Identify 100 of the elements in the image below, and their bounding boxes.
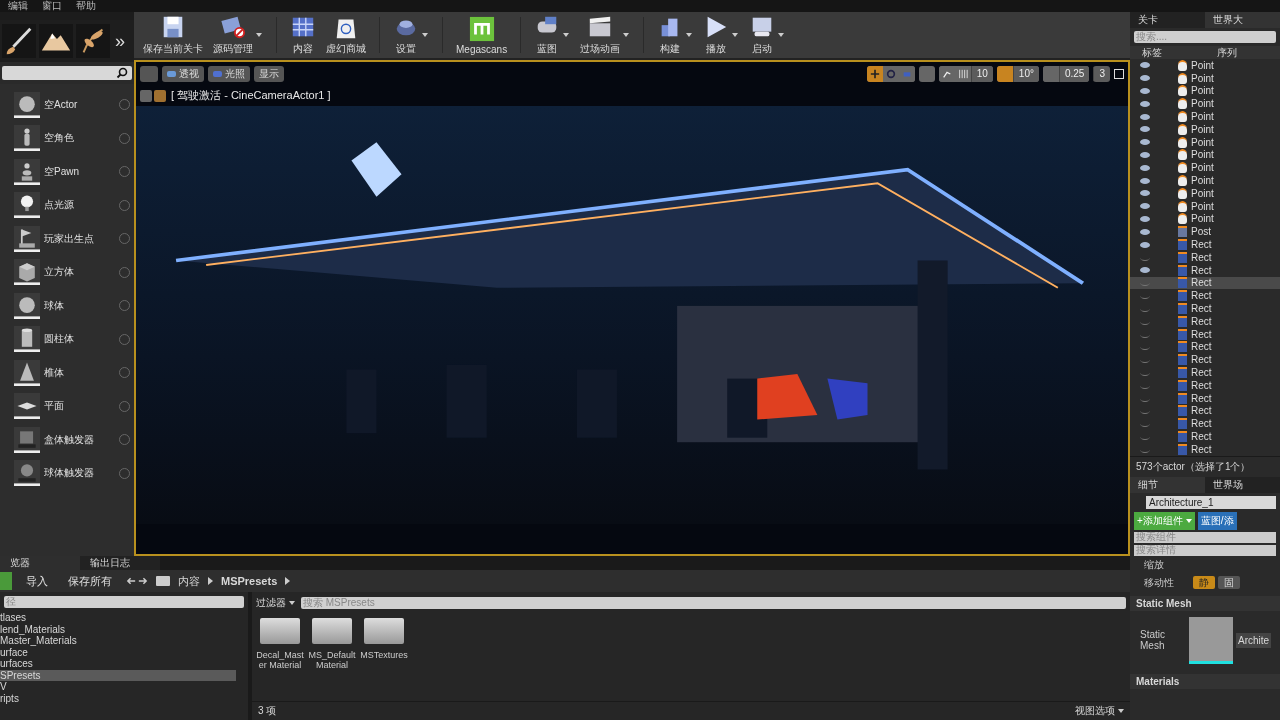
outliner-row[interactable]: Rect <box>1130 391 1280 405</box>
outliner-row[interactable]: Point <box>1130 84 1280 98</box>
column-header[interactable]: 序列 <box>1205 46 1280 59</box>
viewport[interactable]: 透视 光照 显示 10 10° 0.25 3 [ 驾驶激活 - CineCameraActor1 ] <box>134 60 1130 556</box>
outliner-row[interactable]: Point <box>1130 59 1280 72</box>
menu-item[interactable]: 编辑 <box>8 0 28 12</box>
panel-tab[interactable]: 输出日志 <box>80 556 160 570</box>
folder-tree-item[interactable]: V <box>0 681 236 693</box>
view-mode-button[interactable]: 透视 <box>162 66 204 82</box>
outliner-row[interactable]: Rect <box>1130 353 1280 367</box>
chevron-icon[interactable] <box>285 577 291 585</box>
folder-tree-item[interactable]: Master_Materials <box>0 635 236 647</box>
scale-snap-value[interactable]: 0.25 <box>1058 66 1090 82</box>
rotation-snap-value[interactable]: 10° <box>1012 66 1039 82</box>
eye-icon[interactable] <box>1140 151 1150 158</box>
toolbar-button[interactable]: 虚幻商城 <box>321 14 371 56</box>
outliner-row[interactable]: Point <box>1130 71 1280 85</box>
search-field[interactable] <box>2 66 132 80</box>
save-all-button[interactable]: 保存所有 <box>62 572 118 590</box>
outliner-row[interactable]: Point <box>1130 148 1280 162</box>
view-mode-button[interactable]: 光照 <box>208 66 250 82</box>
eye-icon[interactable] <box>1140 267 1150 274</box>
outliner-row[interactable]: Rect <box>1130 404 1280 418</box>
menu-item[interactable]: 窗口 <box>42 0 62 12</box>
outliner-row[interactable]: Rect <box>1130 378 1280 392</box>
dropdown-caret-icon[interactable] <box>732 33 739 37</box>
filter-button[interactable]: 过滤器 <box>256 596 295 610</box>
mobility-toggle[interactable]: 静 <box>1193 576 1215 590</box>
outliner-row[interactable]: Point <box>1130 161 1280 175</box>
mesh-thumbnail[interactable] <box>1189 616 1233 664</box>
outliner-row[interactable]: Rect <box>1130 340 1280 354</box>
toolbar-button[interactable]: Megascans <box>451 15 513 55</box>
eye-icon[interactable] <box>1140 62 1150 69</box>
outliner-row[interactable]: Point <box>1130 97 1280 111</box>
toolbar-button[interactable]: 播放 <box>698 14 735 56</box>
eye-icon[interactable] <box>1140 75 1150 82</box>
panel-tab[interactable]: 细节 <box>1130 476 1205 493</box>
outliner-row[interactable]: Rect <box>1130 302 1280 315</box>
view-options-button[interactable]: 视图选项 <box>1075 704 1124 718</box>
dropdown-caret-icon[interactable] <box>256 33 262 37</box>
toolbar-button[interactable]: 内容 <box>285 14 321 56</box>
eye-icon[interactable] <box>1140 177 1150 184</box>
grid-snap-value[interactable]: 10 <box>970 66 993 82</box>
outliner-row[interactable]: Rect <box>1130 366 1280 379</box>
outliner-row[interactable]: Rect <box>1130 327 1280 341</box>
dropdown-caret-icon[interactable] <box>563 33 570 37</box>
outliner-row[interactable]: Rect <box>1130 238 1280 251</box>
place-actor-item[interactable]: 玩家出生点 <box>14 222 130 256</box>
outliner-row[interactable]: Rect <box>1130 430 1280 443</box>
eye-icon[interactable] <box>1140 190 1150 197</box>
dropdown-caret-icon[interactable] <box>422 33 428 37</box>
eye-icon[interactable] <box>1140 100 1150 107</box>
folder-tree-item[interactable]: lend_Materials <box>0 623 236 635</box>
outliner-row[interactable]: Point <box>1130 186 1280 200</box>
toolbar-button[interactable]: 过场动画 <box>575 14 626 56</box>
folder-tree-item[interactable]: SPresets <box>0 669 236 681</box>
panel-tab[interactable]: 关卡 <box>1130 12 1205 28</box>
folder-icon[interactable] <box>260 618 300 644</box>
folder-tree-item[interactable]: urface <box>0 646 236 658</box>
eye-icon[interactable] <box>1140 215 1150 222</box>
outliner-row[interactable]: Point <box>1130 135 1280 149</box>
outliner-row[interactable]: Post <box>1130 225 1280 239</box>
asset-dropdown[interactable]: Archite <box>1236 632 1272 648</box>
place-actor-item[interactable]: 盒体触发器 <box>14 423 130 457</box>
folder-tree-item[interactable]: tlases <box>0 612 236 624</box>
outliner-row[interactable]: Point <box>1130 110 1280 123</box>
move-tool-icon[interactable] <box>866 66 883 82</box>
eye-icon[interactable] <box>1140 126 1150 133</box>
place-actor-item[interactable]: 空Actor <box>14 88 130 122</box>
toolbar-button[interactable]: 保存当前关卡 <box>138 14 208 56</box>
menu-item[interactable]: 帮助 <box>76 0 96 12</box>
maximize-icon[interactable] <box>1114 69 1124 79</box>
outliner-row[interactable]: Rect <box>1130 314 1280 328</box>
place-actor-item[interactable]: 球体触发器 <box>14 456 130 490</box>
import-button[interactable]: 导入 <box>20 572 54 590</box>
outliner-row[interactable]: Rect <box>1130 417 1280 431</box>
dropdown-caret-icon[interactable] <box>623 33 630 37</box>
more-tools-button[interactable]: » <box>113 30 127 52</box>
breadcrumb-link[interactable]: 内容 <box>178 573 200 589</box>
section-header[interactable]: Materials <box>1130 673 1280 689</box>
back-forward-icon[interactable] <box>126 576 148 586</box>
mobility-toggle[interactable]: 固 <box>1218 576 1240 590</box>
folder-icon[interactable] <box>364 618 404 644</box>
outliner-row[interactable]: Rect <box>1130 250 1280 264</box>
panel-tab[interactable]: 世界大 <box>1205 12 1280 28</box>
eye-icon[interactable] <box>1140 88 1150 94</box>
eye-icon[interactable] <box>1140 228 1150 235</box>
folder-tree-item[interactable]: ripts <box>0 692 236 704</box>
mountain-icon[interactable] <box>39 24 73 58</box>
brush-icon[interactable] <box>2 24 36 58</box>
folder-icon[interactable] <box>312 618 352 644</box>
folder-tree-item[interactable]: urfaces <box>0 658 236 670</box>
outliner-row[interactable]: Rect <box>1130 263 1280 277</box>
column-header[interactable]: 标签 <box>1130 46 1205 59</box>
outliner-row[interactable]: Point <box>1130 174 1280 187</box>
toolbar-button[interactable]: 设置 <box>388 14 424 56</box>
eye-icon[interactable] <box>1140 164 1150 171</box>
outliner-row[interactable]: Point <box>1130 212 1280 226</box>
camera-speed-value[interactable]: 3 <box>1093 66 1110 82</box>
breadcrumb-link[interactable]: MSPresets <box>221 575 278 587</box>
